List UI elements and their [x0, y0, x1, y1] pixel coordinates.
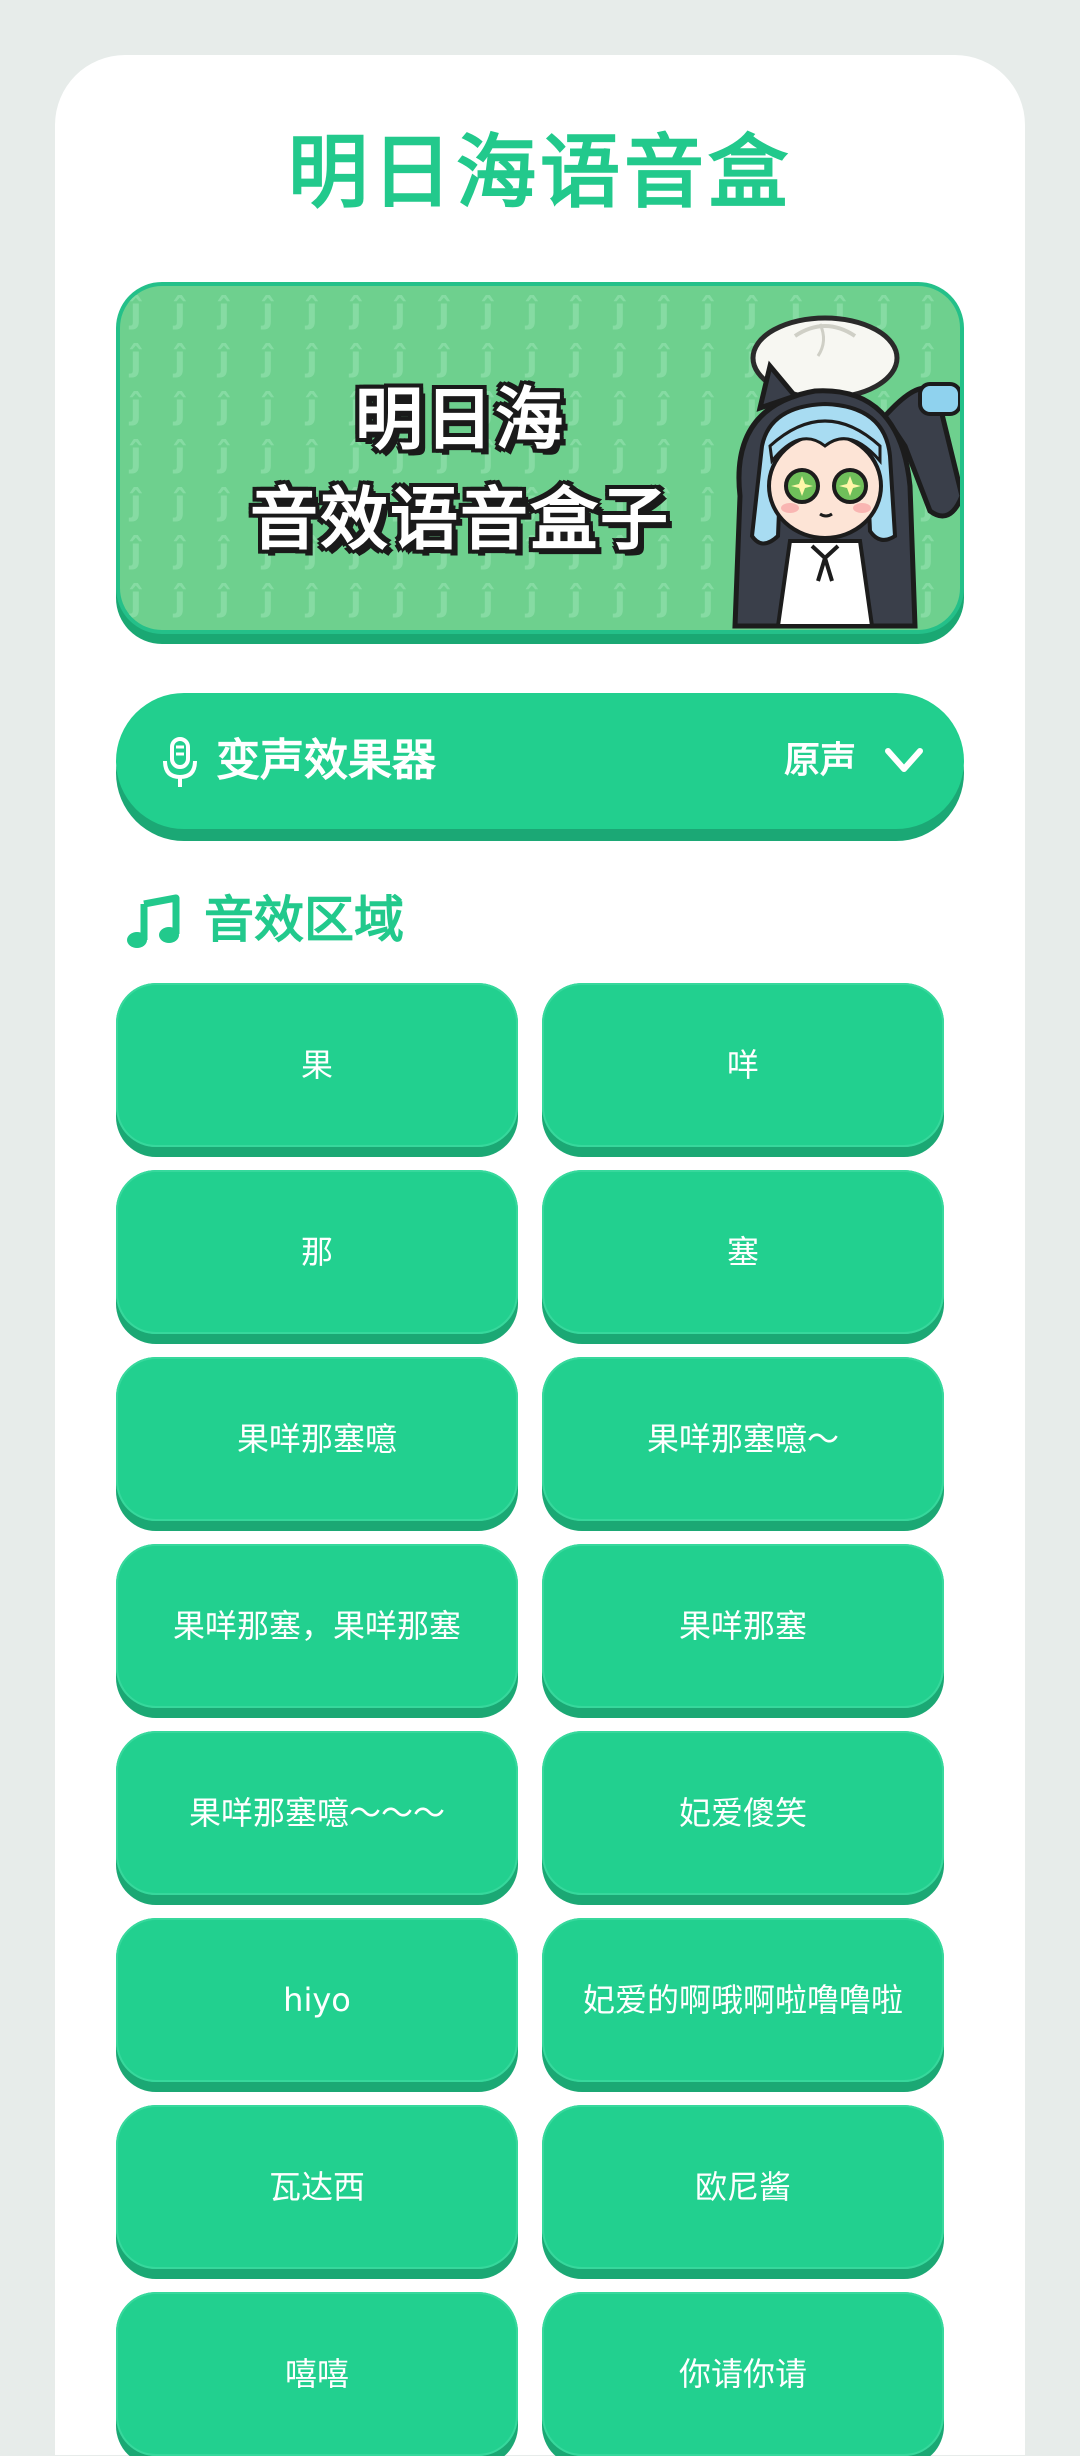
voice-changer-selected: 原声 [783, 740, 856, 781]
sound-button[interactable]: 瓦达西 [116, 2105, 518, 2269]
voice-changer-label: 变声效果器 [216, 735, 436, 786]
microphone-icon [163, 737, 197, 787]
chevron-down-icon [885, 748, 923, 772]
sound-button[interactable]: 你请你请 [542, 2292, 944, 2456]
sound-button[interactable]: 咩 [542, 983, 944, 1147]
voice-changer-dropdown[interactable]: 变声效果器 原声 [116, 693, 964, 829]
sound-button[interactable]: 嘻嘻 [116, 2292, 518, 2456]
sound-button[interactable]: hiyo [116, 1918, 518, 2082]
banner-text: 明日海 音效语音盒子 [180, 371, 740, 571]
sound-button[interactable]: 妃爱傻笑 [542, 1731, 944, 1895]
banner: ĵ 明日海 音效语音盒子 [116, 282, 964, 634]
sound-button[interactable]: 塞 [542, 1170, 944, 1334]
section-title: 音效区域 [204, 891, 404, 949]
sound-button[interactable]: 果咩那塞噫 [116, 1357, 518, 1521]
music-note-icon [127, 894, 180, 948]
sound-button[interactable]: 果咩那塞噫～～～ [116, 1731, 518, 1895]
character-illustration [732, 315, 960, 629]
sound-button[interactable]: 妃爱的啊哦啊啦噜噜啦 [542, 1918, 944, 2082]
banner-line-2: 音效语音盒子 [249, 481, 670, 560]
sound-button[interactable]: 那 [116, 1170, 518, 1334]
sound-button[interactable]: 欧尼酱 [542, 2105, 944, 2269]
sound-button[interactable]: 果咩那塞 [542, 1544, 944, 1708]
app-title: 明日海语音盒 [288, 126, 792, 219]
banner-line-1: 明日海 [354, 381, 565, 460]
sound-button[interactable]: 果咩那塞，果咩那塞 [116, 1544, 518, 1708]
sound-button[interactable]: 果 [116, 983, 518, 1147]
sound-button[interactable]: 果咩那塞噫～ [542, 1357, 944, 1521]
